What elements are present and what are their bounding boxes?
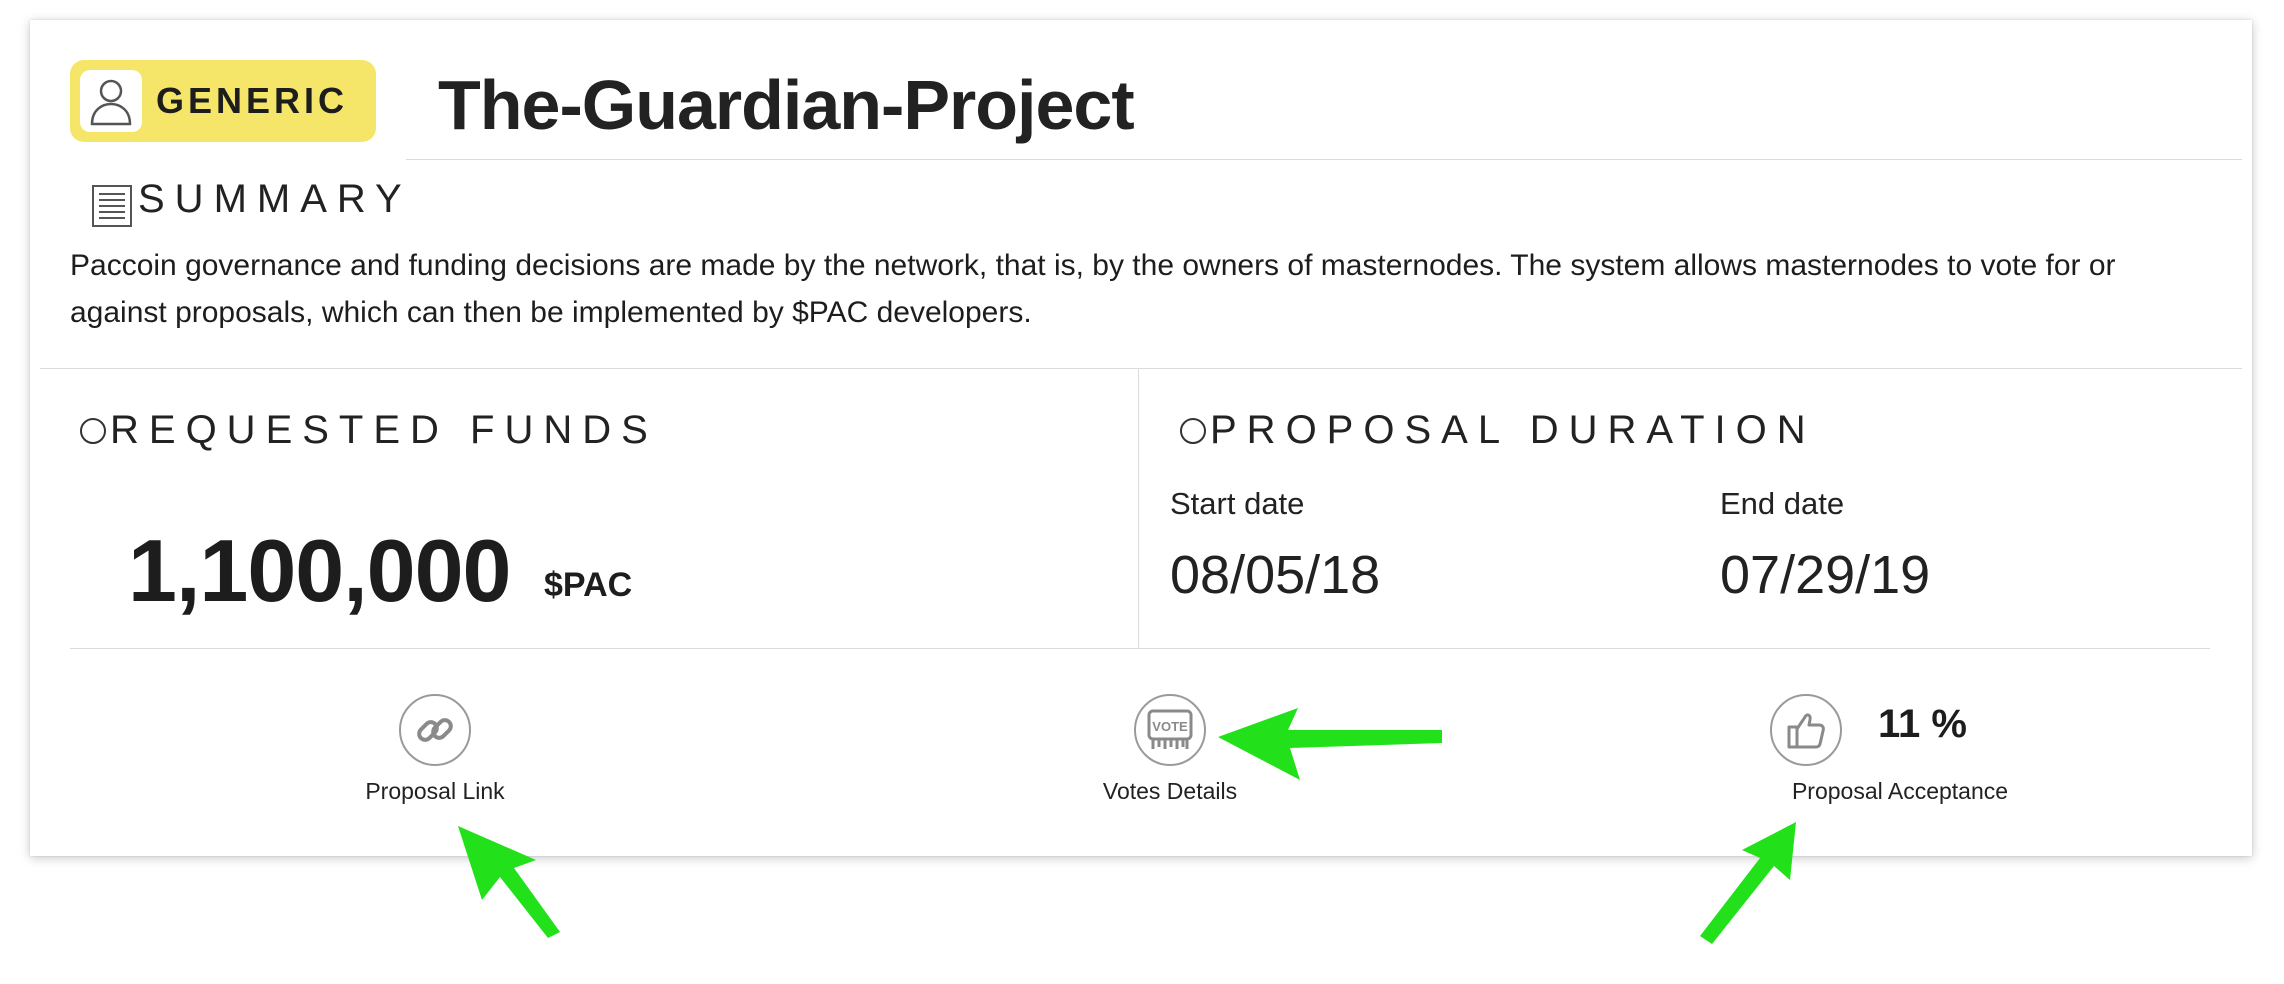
proposal-duration-heading: PROPOSAL DURATION [1180,408,1816,453]
proposal-title: The-Guardian-Project [438,66,1135,144]
proposal-link-label[interactable]: Proposal Link [320,778,550,805]
acceptance-percentage: 11 % [1878,702,1967,746]
svg-text:VOTE: VOTE [1152,719,1188,734]
category-badge: GENERIC [70,60,376,142]
header-divider [406,159,2242,160]
end-date-label: End date [1720,486,1845,521]
summary-divider [40,368,2242,369]
summary-title: SUMMARY [138,176,412,221]
proposal-card: GENERIC The-Guardian-Project SUMMARY Pac… [30,20,2252,856]
end-date-value: 07/29/19 [1720,545,1931,605]
user-icon [80,70,142,132]
start-date-label: Start date [1170,486,1305,521]
summary-text: Paccoin governance and funding decisions… [70,249,2116,329]
proposal-duration-title: PROPOSAL DURATION [1210,408,1816,452]
requested-funds-title: REQUESTED FUNDS [110,408,658,452]
vote-icon[interactable]: VOTE [1134,694,1206,766]
thumbs-up-icon[interactable] [1770,694,1842,766]
proposal-acceptance-label[interactable]: Proposal Acceptance [1730,778,2070,805]
badge-label: GENERIC [156,80,349,121]
link-icon[interactable] [399,694,471,766]
proposal-link-button[interactable]: Proposal Link [320,694,550,805]
column-divider [1138,369,1139,649]
summary-heading: SUMMARY [90,170,412,228]
start-date-value: 08/05/18 [1170,545,1381,605]
funds-unit: $PAC [544,566,633,604]
actions-divider [70,648,2210,649]
circle-icon [80,417,106,444]
circle-icon [1180,417,1206,444]
requested-funds-heading: REQUESTED FUNDS [80,408,658,453]
votes-details-label[interactable]: Votes Details [1055,778,1285,805]
document-icon [90,184,134,228]
funds-amount: 1,100,000 [128,521,511,620]
votes-details-button[interactable]: VOTE Votes Details [1055,694,1285,805]
